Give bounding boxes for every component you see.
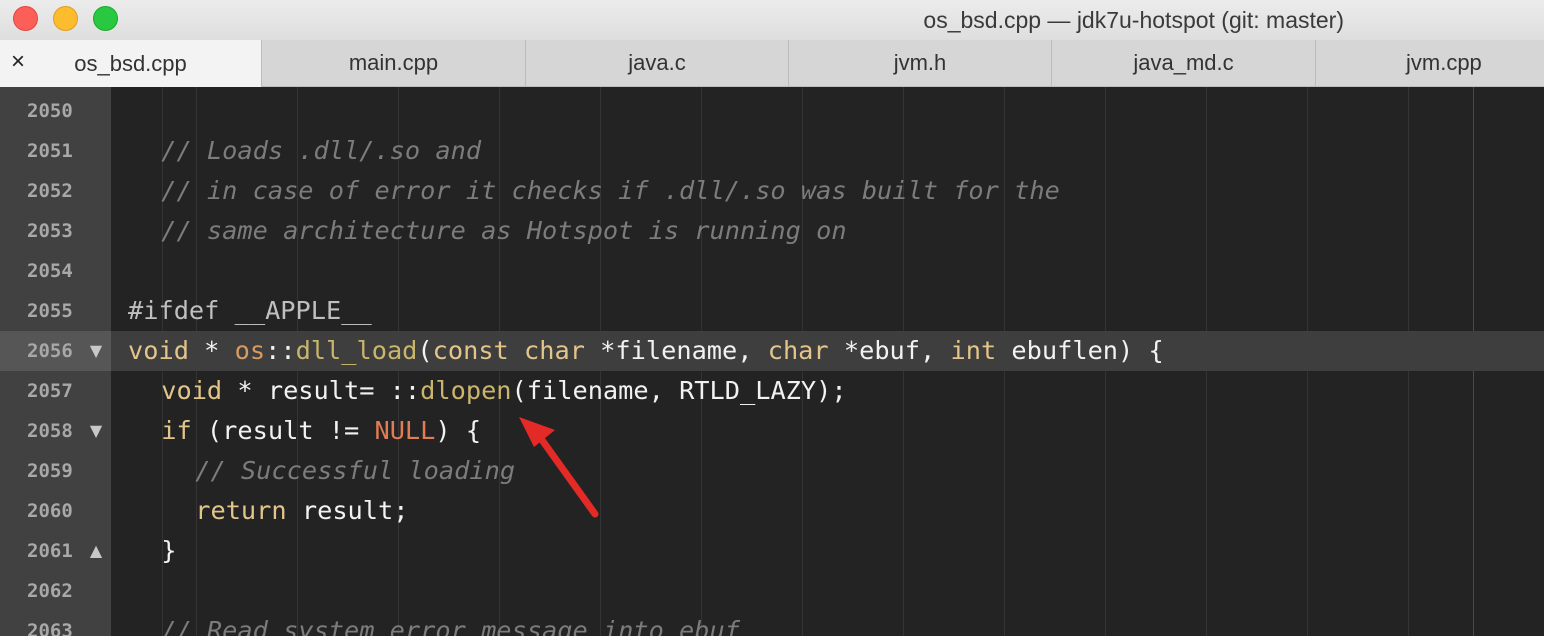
code-line: 2052 // in case of error it checks if .d… <box>0 171 1544 211</box>
code-editor[interactable]: 2050 2051 // Loads .dll/.so and 2052 // … <box>0 87 1544 636</box>
tab-label: jvm.h <box>893 50 947 75</box>
line-number: 2062 <box>27 580 73 602</box>
code-text: // same architecture as Hotspot is runni… <box>161 216 847 245</box>
tab-java-md-c[interactable]: java_md.c <box>1051 40 1315 86</box>
code-line: 2062 <box>0 571 1544 611</box>
line-number: 2054 <box>27 260 73 282</box>
code-line: 2055 #ifdef __APPLE__ <box>0 291 1544 331</box>
line-number: 2053 <box>27 220 73 242</box>
line-number: 2051 <box>27 140 73 162</box>
tab-label: java_md.c <box>1133 50 1234 75</box>
code-text: void * os::dll_load(const char *filename… <box>128 336 1164 365</box>
code-text: // Loads .dll/.so and <box>161 136 482 165</box>
fold-down-icon[interactable]: ▼ <box>87 411 105 451</box>
code-line: 2061 ▲ } <box>0 531 1544 571</box>
line-number: 2052 <box>27 180 73 202</box>
line-number: 2060 <box>27 500 73 522</box>
code-line: 2058 ▼ if (result != NULL) { <box>0 411 1544 451</box>
tab-jvm-h[interactable]: jvm.h <box>788 40 1051 86</box>
title-bar: os_bsd.cpp — jdk7u-hotspot (git: master) <box>0 0 1544 40</box>
line-number: 2059 <box>27 460 73 482</box>
code-text: // Successful loading <box>195 456 516 485</box>
code-line-current: 2056 ▼ void * os::dll_load(const char *f… <box>0 331 1544 371</box>
line-number: 2057 <box>27 380 73 402</box>
window-title: os_bsd.cpp — jdk7u-hotspot (git: master) <box>923 7 1344 33</box>
code-line: 2054 <box>0 251 1544 291</box>
code-text: if (result != NULL) { <box>161 416 482 445</box>
tab-label: os_bsd.cpp <box>74 50 187 76</box>
code-text: #ifdef __APPLE__ <box>128 296 372 325</box>
tab-java-c[interactable]: java.c <box>525 40 788 86</box>
code-line: 2063 // Read system error message into e… <box>0 611 1544 636</box>
tab-label: jvm.cpp <box>1406 50 1482 75</box>
code-line: 2057 void * result= ::dlopen(filename, R… <box>0 371 1544 411</box>
code-line: 2053 // same architecture as Hotspot is … <box>0 211 1544 251</box>
tab-bar: × os_bsd.cpp main.cpp java.c jvm.h java_… <box>0 40 1544 87</box>
code-text: return result; <box>195 496 409 525</box>
close-tab-icon[interactable]: × <box>8 50 28 74</box>
code-line: 2051 // Loads .dll/.so and <box>0 131 1544 171</box>
code-text: // Read system error message into ebuf <box>161 616 740 636</box>
fold-up-icon[interactable]: ▲ <box>87 531 105 571</box>
tab-jvm-cpp[interactable]: jvm.cpp <box>1315 40 1544 86</box>
code-line: 2060 return result; <box>0 491 1544 531</box>
code-line: 2059 // Successful loading <box>0 451 1544 491</box>
code-line: 2050 <box>0 91 1544 131</box>
line-number: 2063 <box>27 620 73 636</box>
line-number: 2050 <box>27 100 73 122</box>
fold-down-icon[interactable]: ▼ <box>87 331 105 371</box>
tab-label: java.c <box>628 50 686 75</box>
code-text: // in case of error it checks if .dll/.s… <box>161 176 1060 205</box>
tab-os-bsd-cpp[interactable]: × os_bsd.cpp <box>0 40 261 87</box>
tab-main-cpp[interactable]: main.cpp <box>261 40 525 86</box>
code-text: void * result= ::dlopen(filename, RTLD_L… <box>161 376 847 405</box>
line-number: 2055 <box>27 300 73 322</box>
tab-label: main.cpp <box>348 50 439 75</box>
code-text: } <box>161 536 177 565</box>
